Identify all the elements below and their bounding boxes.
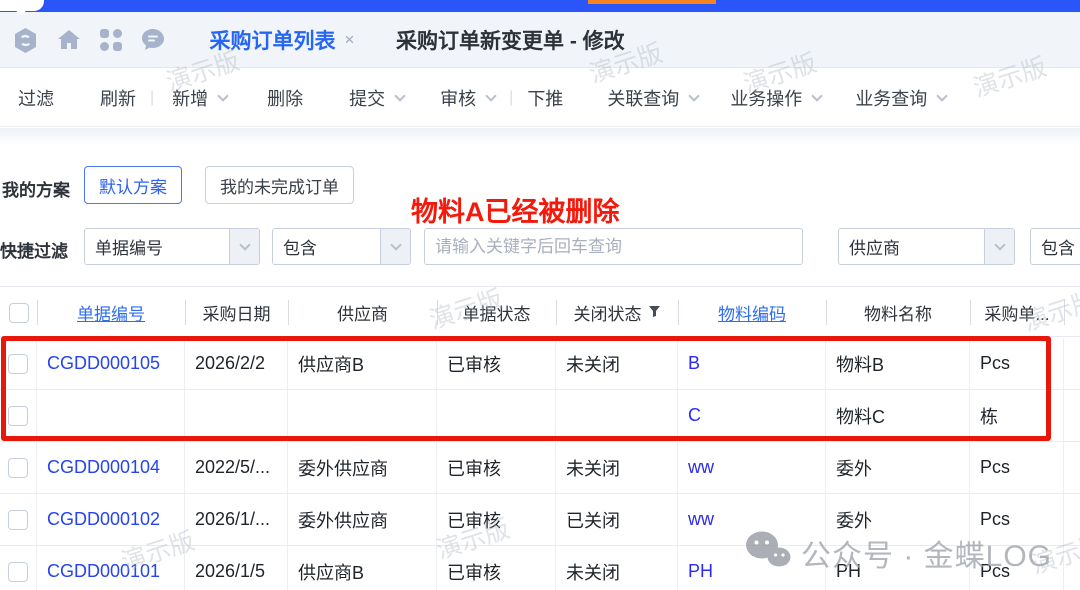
delete-button[interactable]: 删除 <box>267 85 303 111</box>
select-all-checkbox-cell <box>0 287 37 338</box>
header-filler <box>1064 287 1080 338</box>
tab-label: 采购订单列表 <box>210 25 336 55</box>
select-all-checkbox[interactable] <box>9 303 29 323</box>
row-checkbox[interactable] <box>8 406 28 426</box>
header-material-code[interactable]: 物料编码 <box>678 287 826 338</box>
operator-select[interactable]: 包含 <box>272 228 411 265</box>
tab-purchase-order-list[interactable]: 采购订单列表 × <box>192 12 372 67</box>
push-down-button[interactable]: 下推 <box>527 85 563 111</box>
header-purchase-date: 采购日期 <box>185 287 288 338</box>
app-tab-bar: 采购订单列表 × 采购订单新变更单 - 修改 <box>0 12 1080 68</box>
operator-select-2[interactable]: 包含 <box>1030 228 1080 265</box>
chevron-down-icon <box>380 229 410 264</box>
apps-icon[interactable] <box>99 28 123 52</box>
table-header: 单据编号 采购日期 供应商 单据状态 关闭状态 物料编码 物料名称 采购单... <box>0 286 1080 337</box>
chevron-down-icon <box>394 90 405 101</box>
header-material-name: 物料名称 <box>826 287 970 338</box>
header-purchase-unit: 采购单... <box>970 287 1064 338</box>
submit-button[interactable]: 提交 <box>349 85 404 111</box>
add-button[interactable]: 新增 <box>172 85 227 111</box>
header-doc-status: 单据状态 <box>437 287 556 338</box>
chevron-down-icon <box>217 90 228 101</box>
material-code-link[interactable]: B <box>678 338 826 389</box>
quick-filter-label: 快捷过滤 <box>0 237 68 262</box>
doc-no-link[interactable]: CGDD000102 <box>37 494 185 545</box>
chevron-down-icon <box>984 229 1014 264</box>
tab-change-order-edit[interactable]: 采购订单新变更单 - 修改 <box>396 12 625 67</box>
logo-icon[interactable] <box>12 27 39 54</box>
material-code-link[interactable]: ww <box>678 442 826 493</box>
row-checkbox[interactable] <box>8 510 28 530</box>
table-row[interactable]: C 物料C 栋 <box>0 390 1080 442</box>
default-plan-button[interactable]: 默认方案 <box>84 166 182 204</box>
doc-no-link[interactable]: CGDD000105 <box>37 338 185 389</box>
chevron-down-icon <box>485 90 496 101</box>
browser-top-bar <box>0 0 1080 12</box>
my-plan-label: 我的方案 <box>2 176 70 201</box>
business-operation-button[interactable]: 业务操作 <box>730 85 821 111</box>
chevron-down-icon <box>229 229 259 264</box>
table-row[interactable]: CGDD000101 2026/1/5 供应商B 已审核 未关闭 PH PH P… <box>0 546 1080 590</box>
chevron-down-icon <box>689 90 700 101</box>
toolbar-divider: | <box>509 89 513 107</box>
header-doc-no[interactable]: 单据编号 <box>37 287 185 338</box>
nav-icons <box>12 12 166 68</box>
field-select-supplier[interactable]: 供应商 <box>838 228 1015 265</box>
close-icon[interactable]: × <box>345 30 355 50</box>
filter-button[interactable]: 过滤 <box>18 85 54 111</box>
field-select[interactable]: 单据编号 <box>84 228 260 265</box>
toolbar-divider: | <box>150 89 154 107</box>
browser-dot <box>16 4 26 14</box>
refresh-button[interactable]: 刷新 <box>100 85 136 111</box>
header-supplier: 供应商 <box>288 287 437 338</box>
doc-no-link[interactable]: CGDD000101 <box>37 546 185 590</box>
filter-funnel-icon[interactable] <box>648 303 661 323</box>
tab-accent-strip <box>588 0 716 4</box>
material-code-link[interactable]: ww <box>678 494 826 545</box>
table-row[interactable]: CGDD000104 2022/5/... 委外供应商 已审核 未关闭 ww 委… <box>0 442 1080 494</box>
material-code-link[interactable]: C <box>678 390 826 441</box>
table-body: CGDD000105 2026/2/2 供应商B 已审核 未关闭 B 物料B P… <box>0 338 1080 590</box>
row-checkbox[interactable] <box>8 562 28 582</box>
message-icon[interactable] <box>140 27 166 53</box>
audit-button[interactable]: 审核 <box>440 85 495 111</box>
material-code-link[interactable]: PH <box>678 546 826 590</box>
home-icon[interactable] <box>56 27 82 53</box>
my-unfinished-orders-button[interactable]: 我的未完成订单 <box>205 166 354 204</box>
row-checkbox[interactable] <box>8 458 28 478</box>
panel-shadow <box>0 128 1080 144</box>
row-checkbox[interactable] <box>8 354 28 374</box>
tab-label: 采购订单新变更单 - 修改 <box>396 25 625 55</box>
table-row[interactable]: CGDD000105 2026/2/2 供应商B 已审核 未关闭 B 物料B P… <box>0 338 1080 390</box>
keyword-search-input[interactable] <box>424 228 803 265</box>
annotation-material-deleted: 物料A已经被删除 <box>411 190 620 229</box>
chevron-down-icon <box>812 90 823 101</box>
doc-no-link[interactable]: CGDD000104 <box>37 442 185 493</box>
business-query-button[interactable]: 业务查询 <box>855 85 946 111</box>
action-toolbar: 过滤 刷新 | 新增 删除 提交 审核 | 下推 关联查询 业务操作 业务查询 <box>0 69 1080 127</box>
chevron-down-icon <box>937 90 948 101</box>
header-close-status: 关闭状态 <box>556 287 678 338</box>
related-query-button[interactable]: 关联查询 <box>607 85 698 111</box>
table-row[interactable]: CGDD000102 2026/1/... 委外供应商 已审核 已关闭 ww 委… <box>0 494 1080 546</box>
